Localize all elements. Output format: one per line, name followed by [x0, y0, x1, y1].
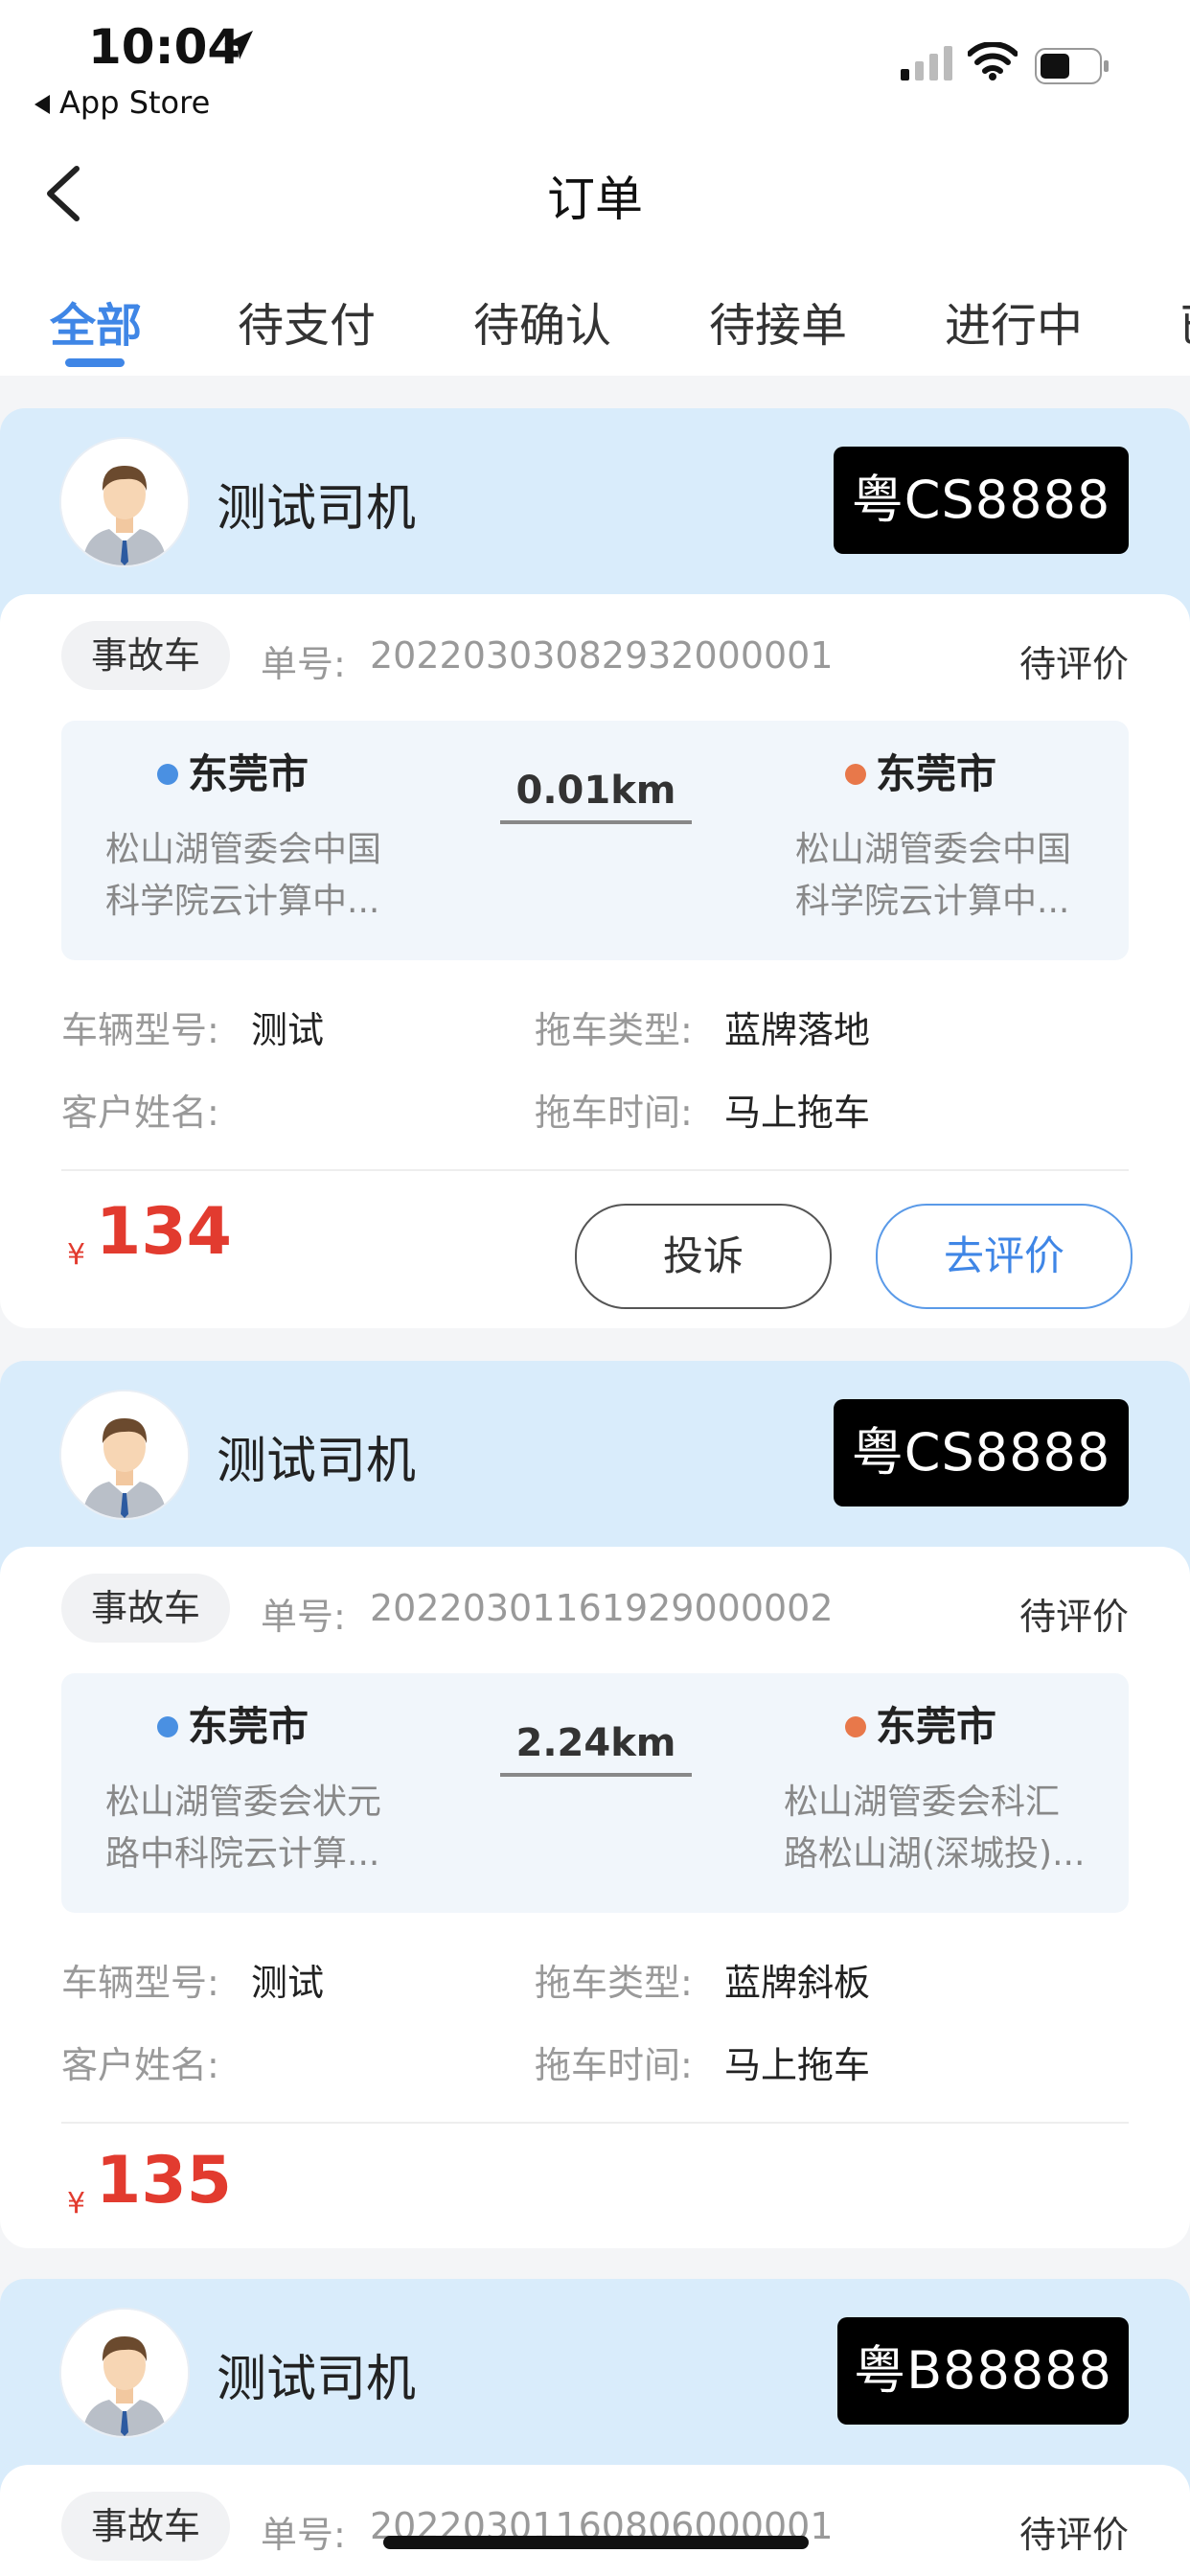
divider	[61, 2122, 1129, 2124]
tow-type-label: 拖车类型:	[535, 1962, 693, 2004]
card-body: 事故车 单号: 20220301161929000002 待评价 东莞市 松山湖…	[0, 1547, 1190, 2248]
order-no-label: 单号:	[261, 1596, 346, 1638]
tow-time-label: 拖车时间:	[535, 1092, 693, 1134]
tab-all[interactable]: 全部	[50, 288, 142, 355]
order-tabs: 全部 待支付 待确认 待接单 进行中 已	[0, 251, 1190, 376]
license-plate: 粤CS8888	[834, 447, 1129, 554]
card-body: 事故车 单号: 20220303082932000001 待评价 东莞市 松山湖…	[0, 594, 1190, 1328]
driver-avatar	[59, 437, 190, 567]
card-body: 事故车 单号: 20220301160806000001 待评价	[0, 2465, 1190, 2576]
wifi-icon	[968, 42, 1018, 80]
back-triangle-icon	[34, 95, 50, 114]
origin-city: 东莞市	[157, 1694, 309, 1753]
destination-address: 松山湖管委会中国 科学院云计算中...	[795, 830, 1072, 921]
tab-more[interactable]: 已	[1179, 288, 1190, 355]
order-card[interactable]: 测试司机 粤CS8888 事故车 单号: 2022030308293200000…	[0, 408, 1190, 1328]
order-status: 待评价	[1018, 1596, 1129, 1638]
destination-address: 松山湖管委会科汇 路松山湖(深城投)...	[784, 1782, 1086, 1874]
license-plate: 粤B88888	[837, 2317, 1129, 2425]
tab-in-progress[interactable]: 进行中	[945, 288, 1083, 355]
order-no-value: 20220301161929000002	[370, 1587, 834, 1629]
tab-pending-confirm[interactable]: 待确认	[473, 288, 611, 355]
page-title: 订单	[547, 172, 643, 227]
vehicle-model-value: 测试	[251, 1009, 325, 1051]
back-app-label: App Store	[59, 84, 211, 121]
home-indicator[interactable]	[383, 2536, 809, 2549]
order-card[interactable]: 测试司机 粤CS8888 事故车 单号: 2022030116192900000…	[0, 1361, 1190, 2248]
divider	[61, 1169, 1129, 1171]
destination-dot-icon	[845, 763, 866, 785]
tow-type-value: 蓝牌斜板	[724, 1962, 871, 2004]
location-arrow-icon	[224, 31, 253, 59]
nav-bar: 订单	[0, 134, 1190, 251]
vehicle-tag: 事故车	[61, 2492, 230, 2561]
back-to-app-store[interactable]: App Store	[34, 84, 210, 121]
active-tab-indicator	[65, 358, 125, 367]
distance-line	[500, 1773, 692, 1777]
currency-symbol: ¥	[67, 2187, 86, 2220]
distance-value: 2.24km	[515, 1721, 676, 1765]
review-button[interactable]: 去评价	[876, 1204, 1133, 1309]
order-no-value: 20220303082932000001	[370, 634, 834, 677]
distance-line	[500, 820, 692, 824]
tow-type-label: 拖车类型:	[535, 1009, 693, 1051]
customer-name-label: 客户姓名:	[61, 1092, 219, 1134]
vehicle-model-label: 车辆型号:	[61, 1962, 219, 2004]
driver-name: 测试司机	[217, 480, 417, 538]
driver-name: 测试司机	[217, 2351, 417, 2408]
tow-time-label: 拖车时间:	[535, 2044, 693, 2086]
destination-city: 东莞市	[845, 1694, 996, 1753]
currency-symbol: ¥	[67, 1238, 86, 1272]
tow-type-value: 蓝牌落地	[724, 1009, 871, 1051]
order-status: 待评价	[1018, 643, 1129, 685]
tow-time-value: 马上拖车	[724, 2044, 871, 2086]
origin-address: 松山湖管委会中国 科学院云计算中...	[105, 830, 382, 921]
order-no-label: 单号:	[261, 2514, 346, 2556]
cellular-signal-icon	[901, 46, 952, 80]
vehicle-tag: 事故车	[61, 621, 230, 690]
tab-pending-payment[interactable]: 待支付	[238, 288, 376, 355]
vehicle-model-label: 车辆型号:	[61, 1009, 219, 1051]
order-status: 待评价	[1018, 2514, 1129, 2556]
origin-address: 松山湖管委会状元 路中科院云计算...	[105, 1782, 382, 1874]
status-time: 10:04	[88, 19, 241, 75]
route-box: 东莞市 松山湖管委会中国 科学院云计算中... 0.01km 东莞市 松山湖管委会…	[61, 721, 1129, 960]
tab-pending-accept[interactable]: 待接单	[709, 288, 847, 355]
distance-value: 0.01km	[515, 769, 676, 813]
origin-city: 东莞市	[157, 742, 309, 800]
battery-icon	[1035, 48, 1109, 84]
customer-name-label: 客户姓名:	[61, 2044, 219, 2086]
destination-dot-icon	[845, 1715, 866, 1737]
driver-avatar	[59, 1390, 190, 1520]
driver-name: 测试司机	[217, 1433, 417, 1490]
route-box: 东莞市 松山湖管委会状元 路中科院云计算... 2.24km 东莞市 松山湖管委会…	[61, 1673, 1129, 1913]
origin-dot-icon	[157, 1715, 178, 1737]
driver-avatar	[59, 2308, 190, 2438]
vehicle-model-value: 测试	[251, 1962, 325, 2004]
order-price: 134	[96, 1194, 232, 1270]
complain-button[interactable]: 投诉	[575, 1204, 832, 1309]
order-card[interactable]: 测试司机 粤B88888 事故车 单号: 2022030116080600000…	[0, 2279, 1190, 2576]
order-no-label: 单号:	[261, 643, 346, 685]
destination-city: 东莞市	[845, 742, 996, 800]
status-bar: 10:04 App Store	[0, 0, 1190, 134]
license-plate: 粤CS8888	[834, 1399, 1129, 1506]
tow-time-value: 马上拖车	[724, 1092, 871, 1134]
vehicle-tag: 事故车	[61, 1574, 230, 1643]
origin-dot-icon	[157, 763, 178, 785]
order-price: 135	[96, 2143, 232, 2219]
